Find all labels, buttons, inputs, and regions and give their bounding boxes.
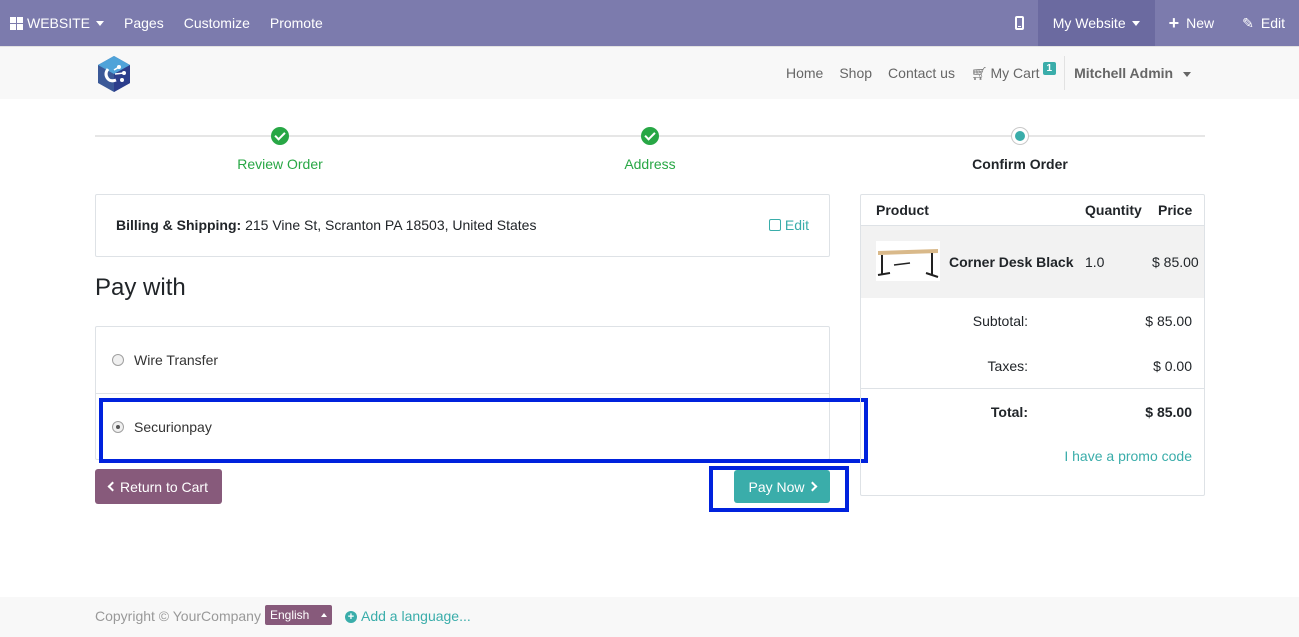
product-image <box>876 241 940 281</box>
check-circle-icon <box>641 127 659 145</box>
user-name: Mitchell Admin <box>1074 65 1174 81</box>
table-row: Corner Desk Black 1.0 $ 85.00 <box>861 226 1204 298</box>
footer: Copyright © YourCompany English + Add a l… <box>0 597 1299 637</box>
caret-up-icon <box>321 613 328 617</box>
step-address[interactable]: Address <box>530 127 770 172</box>
subtotal-value: $ 85.00 <box>1145 313 1192 329</box>
site-header: Home Shop Contact us 🛒︎ My Cart 1 Mitchell… <box>0 46 1299 99</box>
promote-menu[interactable]: Promote <box>260 0 333 46</box>
add-language-label: Add a language... <box>361 608 471 624</box>
address-label: Billing & Shipping: <box>116 217 242 233</box>
highlight-box-pay-now <box>709 466 849 512</box>
shopping-cart-icon: 🛒︎ <box>970 65 988 81</box>
chevron-left-icon <box>107 481 118 492</box>
add-language-link[interactable]: + Add a language... <box>345 608 471 624</box>
pencil-icon: ✎ <box>1242 14 1254 31</box>
total-value: $ 85.00 <box>1145 404 1192 420</box>
plus-circle-icon: + <box>345 611 357 623</box>
product-name: Corner Desk Black <box>949 254 1074 270</box>
step-label: Confirm Order <box>972 156 1068 172</box>
edit-icon <box>768 219 781 231</box>
payment-option-label: Wire Transfer <box>134 352 219 368</box>
my-website-label: My Website <box>1052 15 1126 31</box>
highlight-box-securionpay <box>99 398 868 463</box>
caret-down-icon <box>96 20 105 26</box>
return-label: Return to Cart <box>120 478 208 495</box>
summary-header-row: Product Quantity Price <box>861 195 1204 226</box>
promo-code-link[interactable]: I have a promo code <box>1064 448 1192 464</box>
product-quantity: 1.0 <box>1085 254 1105 270</box>
website-menu[interactable]: WEBSITE <box>0 0 114 46</box>
order-summary: Product Quantity Price Corner Desk Black… <box>860 194 1205 496</box>
taxes-value: $ 0.00 <box>1153 358 1192 374</box>
edit-address-link[interactable]: Edit <box>768 217 809 233</box>
edit-button[interactable]: ✎ Edit <box>1228 0 1299 46</box>
current-step-icon <box>1011 127 1029 145</box>
new-button[interactable]: + New <box>1155 0 1229 46</box>
check-circle-icon <box>271 127 289 145</box>
step-confirm-order: Confirm Order <box>900 127 1140 172</box>
company-logo[interactable] <box>95 55 133 93</box>
edit-label: Edit <box>1260 15 1285 31</box>
mobile-preview-button[interactable] <box>1001 0 1038 46</box>
edit-address-label: Edit <box>784 217 809 233</box>
language-label: English <box>270 608 310 622</box>
customize-menu[interactable]: Customize <box>174 0 260 46</box>
billing-shipping-card: Billing & Shipping: 215 Vine St, Scranto… <box>95 194 830 257</box>
step-label: Address <box>624 156 676 172</box>
taxes-label: Taxes: <box>987 358 1028 374</box>
nav-my-cart[interactable]: 🛒︎ My Cart 1 <box>963 61 1064 82</box>
step-review-order[interactable]: Review Order <box>160 127 400 172</box>
website-menu-label: WEBSITE <box>27 15 91 31</box>
caret-down-icon <box>1131 20 1140 26</box>
language-selector[interactable]: English <box>265 605 333 625</box>
new-label: New <box>1186 15 1215 31</box>
site-nav: Home Shop Contact us 🛒︎ My Cart 1 Mitchell… <box>778 47 1199 99</box>
return-to-cart-button[interactable]: Return to Cart <box>95 469 222 504</box>
step-label: Review Order <box>237 156 323 172</box>
pages-menu[interactable]: Pages <box>114 0 174 46</box>
header-quantity: Quantity <box>1085 202 1142 218</box>
header-price: Price <box>1158 202 1193 218</box>
nav-home[interactable]: Home <box>778 65 831 81</box>
admin-bar: WEBSITE Pages Customize Promote My Websi… <box>0 0 1299 46</box>
plus-icon: + <box>1168 13 1180 33</box>
mobile-phone-icon <box>1014 16 1024 30</box>
my-website-menu[interactable]: My Website <box>1037 0 1155 46</box>
product-price: $ 85.00 <box>1152 254 1199 270</box>
total-label: Total: <box>990 404 1028 420</box>
summary-divider <box>861 388 1204 389</box>
pay-with-heading: Pay with <box>95 274 186 301</box>
nav-contact-us[interactable]: Contact us <box>880 65 963 81</box>
address-value: 215 Vine St, Scranton PA 18503, United S… <box>245 217 537 233</box>
apps-grid-icon <box>10 16 23 30</box>
cart-label: My Cart <box>990 64 1040 81</box>
nav-divider <box>1064 56 1066 90</box>
subtotal-label: Subtotal: <box>972 313 1028 329</box>
copyright-text: Copyright © YourCompany <box>95 608 261 624</box>
radio-button[interactable] <box>112 354 124 366</box>
caret-down-icon <box>1183 71 1191 77</box>
payment-option-wire-transfer[interactable]: Wire Transfer <box>96 327 829 393</box>
cart-count-badge: 1 <box>1042 61 1057 75</box>
user-menu[interactable]: Mitchell Admin <box>1066 65 1199 81</box>
checkout-progress: Review Order Address Confirm Order <box>95 120 1205 180</box>
nav-shop[interactable]: Shop <box>831 65 880 81</box>
header-product: Product <box>876 202 929 218</box>
